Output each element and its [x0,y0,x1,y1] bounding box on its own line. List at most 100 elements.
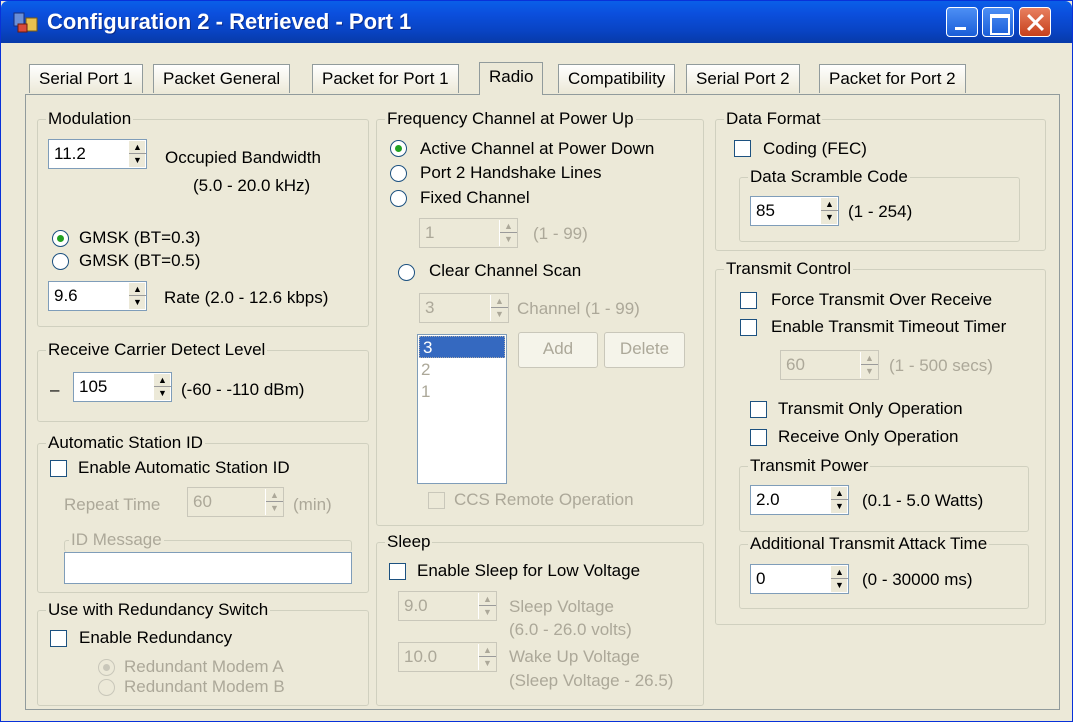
configuration-window: Configuration 2 - Retrieved - Port 1 Ser… [0,0,1073,722]
spin-down-icon[interactable]: ▼ [831,579,848,592]
coding-fec-checkbox[interactable] [734,140,751,157]
scramble-spinner[interactable]: 85 ▲ ▼ [750,196,839,226]
carrier-spinner[interactable]: 105 ▲ ▼ [73,372,172,402]
transmit-only-checkbox[interactable] [750,401,767,418]
id-message-label: ID Message [69,530,164,550]
fixed-channel-spinner[interactable]: 1 ▲ ▼ [419,218,518,248]
spin-down-icon[interactable]: ▼ [129,154,146,167]
wake-voltage-spinner[interactable]: 10.0 ▲ ▼ [398,642,497,672]
spin-up-icon[interactable]: ▲ [479,644,496,657]
transmit-timeout-checkbox[interactable] [740,319,757,336]
list-item[interactable]: 2 [418,359,506,381]
bandwidth-label: Occupied Bandwidth [165,148,321,167]
transmit-control-title: Transmit Control [724,259,854,279]
enable-redundancy-label: Enable Redundancy [79,628,233,647]
repeat-time-value[interactable]: 60 [193,492,212,512]
spin-down-icon[interactable]: ▼ [129,296,146,309]
tab-serial-port-1[interactable]: Serial Port 1 [29,64,143,93]
tab-compatibility[interactable]: Compatibility [558,64,676,93]
handshake-radio[interactable] [390,165,407,182]
channel-list[interactable]: 3 2 1 [417,334,507,484]
timeout-value[interactable]: 60 [786,355,805,375]
force-transmit-label: Force Transmit Over Receive [771,290,993,309]
wake-voltage-value[interactable]: 10.0 [404,647,437,667]
clear-channel-scan-radio[interactable] [398,264,415,281]
timeout-spinner[interactable]: 60 ▲ ▼ [780,350,879,380]
rate-value[interactable]: 9.6 [54,286,78,306]
spin-down-icon[interactable]: ▼ [491,308,508,321]
bandwidth-spinner[interactable]: 11.2 ▲ ▼ [48,139,147,169]
scan-channel-value[interactable]: 3 [425,298,434,318]
transmit-only-label: Transmit Only Operation [778,399,963,418]
spin-up-icon[interactable]: ▲ [129,283,146,296]
spin-down-icon[interactable]: ▼ [479,657,496,670]
gmsk-05-radio[interactable] [52,253,69,270]
minimize-button[interactable] [946,7,978,37]
spin-down-icon[interactable]: ▼ [500,233,517,246]
bandwidth-value[interactable]: 11.2 [54,144,86,164]
tab-serial-port-2[interactable]: Serial Port 2 [686,64,800,93]
spin-down-icon[interactable]: ▼ [821,211,838,224]
spin-up-icon[interactable]: ▲ [154,374,171,387]
receive-only-checkbox[interactable] [750,429,767,446]
scramble-title: Data Scramble Code [748,167,910,187]
id-message-input[interactable] [64,552,352,584]
active-channel-radio[interactable] [390,140,407,157]
title-bar[interactable]: Configuration 2 - Retrieved - Port 1 [1,1,1072,43]
tab-packet-for-port-2[interactable]: Packet for Port 2 [819,64,966,93]
carrier-value[interactable]: 105 [79,377,107,397]
tab-radio[interactable]: Radio [479,62,544,95]
fixed-channel-radio[interactable] [390,190,407,207]
gmsk-03-radio[interactable] [52,230,69,247]
scramble-value[interactable]: 85 [756,201,775,221]
maximize-button[interactable] [982,7,1014,37]
spin-up-icon[interactable]: ▲ [479,593,496,606]
enable-station-id-checkbox[interactable] [50,460,67,477]
modem-b-label: Redundant Modem B [124,677,285,696]
spin-down-icon[interactable]: ▼ [861,365,878,378]
sleep-voltage-value[interactable]: 9.0 [404,596,428,616]
gmsk-05-label: GMSK (BT=0.5) [79,251,201,270]
enable-station-id-label: Enable Automatic Station ID [78,458,290,477]
spin-up-icon[interactable]: ▲ [831,487,848,500]
fixed-channel-value[interactable]: 1 [425,223,434,243]
add-channel-button[interactable]: Add [518,332,598,368]
id-message-frame: ID Message [64,530,352,552]
tab-packet-general[interactable]: Packet General [153,64,291,93]
sleep-voltage-spinner[interactable]: 9.0 ▲ ▼ [398,591,497,621]
delete-channel-button[interactable]: Delete [604,332,685,368]
attack-time-title: Additional Transmit Attack Time [748,534,990,554]
attack-time-value[interactable]: 0 [756,569,765,589]
repeat-time-spinner[interactable]: 60 ▲ ▼ [187,487,284,517]
modem-a-radio[interactable] [98,659,115,676]
attack-time-spinner[interactable]: 0 ▲ ▼ [750,564,849,594]
gmsk-03-label: GMSK (BT=0.3) [79,228,201,247]
tab-packet-for-port-1[interactable]: Packet for Port 1 [312,64,459,93]
list-item[interactable]: 3 [419,336,505,358]
enable-sleep-checkbox[interactable] [389,563,406,580]
spin-down-icon[interactable]: ▼ [266,502,283,515]
spin-down-icon[interactable]: ▼ [831,500,848,513]
spin-down-icon[interactable]: ▼ [479,606,496,619]
rate-spinner[interactable]: 9.6 ▲ ▼ [48,281,147,311]
transmit-power-spinner[interactable]: 2.0 ▲ ▼ [750,485,849,515]
spin-up-icon[interactable]: ▲ [831,566,848,579]
ccs-remote-checkbox[interactable] [428,492,445,509]
fixed-channel-label: Fixed Channel [420,188,530,207]
scan-channel-spinner[interactable]: 3 ▲ ▼ [419,293,509,323]
enable-redundancy-checkbox[interactable] [50,630,67,647]
spin-up-icon[interactable]: ▲ [500,220,517,233]
spin-up-icon[interactable]: ▲ [821,198,838,211]
spin-up-icon[interactable]: ▲ [266,489,283,502]
force-transmit-checkbox[interactable] [740,292,757,309]
redundancy-title: Use with Redundancy Switch [46,600,271,620]
spin-down-icon[interactable]: ▼ [154,387,171,400]
list-item[interactable]: 1 [418,381,506,403]
spin-up-icon[interactable]: ▲ [129,141,146,154]
transmit-power-range: (0.1 - 5.0 Watts) [862,491,984,510]
spin-up-icon[interactable]: ▲ [491,295,508,308]
modem-b-radio[interactable] [98,679,115,696]
close-button[interactable] [1019,7,1051,37]
transmit-power-value[interactable]: 2.0 [756,490,780,510]
spin-up-icon[interactable]: ▲ [861,352,878,365]
